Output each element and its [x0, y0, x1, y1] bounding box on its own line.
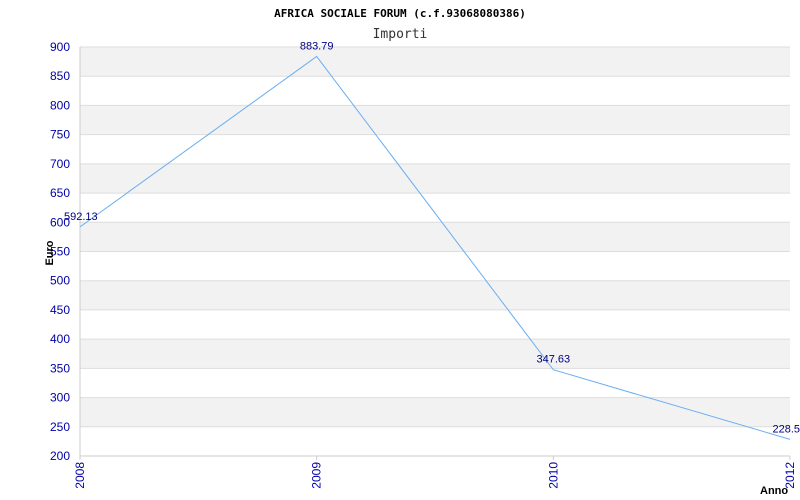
grid-band — [80, 222, 790, 252]
grid-band — [80, 134, 790, 164]
line-chart: AFRICA SOCIALE FORUM (c.f.93068080386) I… — [44, 7, 800, 497]
y-tick-label: 350 — [50, 361, 70, 375]
grid-band — [80, 280, 790, 310]
grid-band — [80, 309, 790, 340]
data-label: 347.63 — [537, 354, 571, 366]
grid-band — [80, 368, 790, 398]
data-label: 228.5 — [772, 423, 800, 435]
y-tick-label: 250 — [50, 420, 70, 434]
y-tick-label: 900 — [50, 40, 70, 54]
x-tick-label: 2010 — [546, 462, 560, 489]
y-tick-label: 850 — [50, 69, 70, 83]
x-tick-label: 2008 — [73, 462, 87, 489]
y-tick-label: 800 — [50, 98, 70, 112]
y-tick-label: 750 — [50, 128, 70, 142]
grid-band — [80, 251, 790, 281]
y-tick-label: 500 — [50, 274, 70, 288]
grid-band — [80, 426, 790, 456]
y-tick-label: 300 — [50, 391, 70, 405]
grid-band — [80, 47, 790, 77]
data-label: 592.13 — [64, 211, 98, 223]
grid-band — [80, 339, 790, 369]
chart-subtitle: Importi — [373, 27, 428, 42]
chart-title: AFRICA SOCIALE FORUM (c.f.93068080386) — [274, 7, 526, 20]
y-tick-label: 200 — [50, 449, 70, 463]
grid-band — [80, 105, 790, 135]
grid-band — [80, 76, 790, 106]
grid-band — [80, 163, 790, 194]
y-tick-label: 400 — [50, 332, 70, 346]
x-axis-ticks: 2008 2009 2010 2012 — [73, 456, 797, 489]
y-axis-title: Euro — [44, 240, 56, 265]
y-tick-label: 700 — [50, 157, 70, 171]
grid-band — [80, 397, 790, 427]
y-tick-label: 650 — [50, 186, 70, 200]
x-tick-label: 2009 — [310, 462, 324, 489]
grid-band — [80, 193, 790, 223]
data-label: 883.79 — [300, 40, 334, 52]
y-tick-label: 450 — [50, 303, 70, 317]
x-axis-title: Anno — [760, 485, 788, 497]
